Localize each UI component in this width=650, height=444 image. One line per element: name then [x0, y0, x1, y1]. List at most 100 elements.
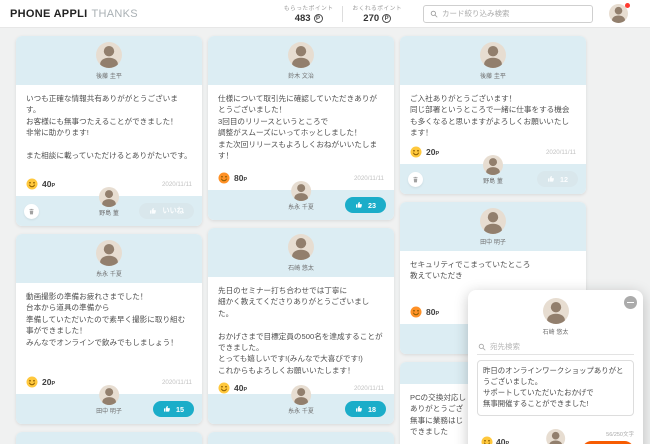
- user-menu-button[interactable]: [609, 3, 630, 23]
- card-sender-section: 鈴木 文治: [208, 36, 394, 85]
- emoji-smile-icon: [410, 146, 422, 158]
- card-board: 後藤 圭平 いつも正確な情報共有ありががとうございます。 お客様にも無事つたえる…: [0, 28, 650, 444]
- receiver-name: 野島 菫: [99, 211, 119, 217]
- card-date: 2020/11/11: [161, 378, 192, 386]
- thanks-card[interactable]: 糸永 千夏 動画撮影の準備お疲れさまでした！ 台本から道具の準備から 準備してい…: [16, 234, 202, 424]
- thumbs-up-icon: [547, 175, 555, 183]
- point-suffix: P: [51, 381, 56, 387]
- card-message: 先日のセミナー打ち合わせでは丁寧に 細かく教えてくださりありがとうございました。…: [218, 286, 383, 375]
- emoji-smile-icon: [481, 436, 493, 444]
- card-receiver-section: 糸永 千夏 23: [208, 181, 394, 220]
- like-label: いいね: [162, 206, 184, 215]
- points-givable-label: おくれるポイント: [352, 6, 402, 12]
- message-textarea[interactable]: 昨日のオンラインワークショップありがとうございました。 サポートしていただいたお…: [477, 360, 634, 416]
- minimize-icon[interactable]: [624, 296, 637, 309]
- sender-avatar: [288, 234, 314, 260]
- points-value: 40P: [234, 383, 247, 393]
- points-received: もらったポイント 483 P: [275, 3, 343, 24]
- card-message: 動画撮影の準備お疲れさまでした！ 台本から道具の準備から 準備していただいたので…: [26, 292, 186, 347]
- receiver-name: 糸永 千夏: [288, 409, 314, 415]
- card-body: ご入社ありがとうございます！ 同じ部署というところで一緒に仕事をする機会も多くな…: [400, 85, 586, 164]
- like-button[interactable]: いいね: [139, 203, 194, 219]
- points-value: 20P: [426, 147, 439, 157]
- emoji-love-icon: [218, 172, 230, 184]
- emoji-smile-icon: [218, 382, 230, 394]
- recipient-name: 石崎 悠太: [542, 330, 569, 336]
- card-search-box[interactable]: [423, 4, 593, 23]
- trash-icon: [28, 208, 35, 215]
- thanks-card[interactable]: 石崎 悠太 先日のセミナー打ち合わせでは丁寧に 細かく教えてくださりありがとうご…: [208, 228, 394, 424]
- receiver: 野島 菫: [99, 187, 119, 217]
- receiver-avatar: [98, 385, 119, 405]
- card-column-1: 後藤 圭平 いつも正確な情報共有ありががとうございます。 お客様にも無事つたえる…: [16, 36, 202, 444]
- receiver: 野島 菫: [483, 155, 503, 185]
- card-body: 仕様について取引先に確認していただきありがとうございました！ 3回目のリリースと…: [208, 85, 394, 190]
- recipient-search-input[interactable]: [490, 342, 633, 351]
- like-button[interactable]: 18: [345, 401, 386, 417]
- emoji-smile-icon: [26, 178, 38, 190]
- receiver-name: 田中 明子: [96, 409, 122, 415]
- point-suffix: P: [243, 387, 248, 394]
- card-sender-section: 石崎 悠太: [208, 228, 394, 277]
- like-count: 15: [176, 404, 184, 414]
- sender-name: 鈴木 文治: [288, 74, 314, 80]
- card-receiver-section: 糸永 千夏 18: [208, 385, 394, 424]
- card-receiver-section: 野島 菫 12: [400, 155, 586, 194]
- thanks-card[interactable]: 後藤 圭平 いつも正確な情報共有ありががとうございます。 お客様にも無事つたえる…: [16, 36, 202, 226]
- points-value: 40P: [42, 179, 55, 189]
- receiver-avatar: [290, 385, 311, 405]
- card-sender-section: 後藤 圭平: [400, 36, 586, 85]
- thumbs-up-icon: [355, 201, 363, 209]
- char-counter: 56/250文字: [606, 432, 634, 438]
- card-body: 動画撮影の準備お疲れさまでした！ 台本から道具の準備から 準備していただいたので…: [16, 283, 202, 394]
- card-message: いつも正確な情報共有ありががとうございます。 お客様にも無事つたえることができま…: [26, 94, 192, 161]
- points-givable: おくれるポイント 270 P: [343, 3, 411, 24]
- card-sender-section: [16, 432, 202, 444]
- thumbs-up-icon: [355, 405, 363, 413]
- recipient-search-box[interactable]: [477, 338, 634, 355]
- search-icon: [430, 10, 438, 18]
- like-button[interactable]: 12: [537, 171, 578, 187]
- like-count: 23: [368, 200, 376, 210]
- card-sender-section: 後藤 圭平: [16, 36, 202, 85]
- card-column-2: 鈴木 文治 仕様について取引先に確認していただきありがとうございました！ 3回目…: [208, 36, 394, 444]
- sender-name: 石崎 悠太: [288, 266, 314, 272]
- app-logo: PHONE APPLI THANKS: [10, 8, 138, 20]
- thanks-card-partial[interactable]: [16, 432, 202, 444]
- app-header: PHONE APPLI THANKS もらったポイント 483 P おくれるポイ…: [0, 0, 650, 28]
- point-icon: P: [382, 14, 392, 23]
- thanks-card[interactable]: 後藤 圭平 ご入社ありがとうございます！ 同じ部署というところで一緒に仕事をする…: [400, 36, 586, 194]
- like-button[interactable]: 15: [153, 401, 194, 417]
- logo-primary: PHONE APPLI: [10, 7, 88, 20]
- like-button[interactable]: 23: [345, 197, 386, 213]
- sender-avatar: [545, 429, 565, 444]
- card-message: セキュリティでこまっていたところ 教えていただき: [410, 260, 531, 281]
- thanks-card-partial[interactable]: [208, 432, 394, 444]
- card-date: 2020/11/11: [353, 174, 384, 182]
- thanks-card[interactable]: 鈴木 文治 仕様について取引先に確認していただきありがとうございました！ 3回目…: [208, 36, 394, 220]
- thumbs-up-icon: [163, 405, 171, 413]
- logo-secondary: THANKS: [91, 7, 138, 20]
- card-sender-section: [208, 432, 394, 444]
- point-suffix: P: [51, 183, 56, 189]
- composer-send-area: 56/250文字 おくる: [581, 430, 634, 444]
- card-receiver-section: 田中 明子 15: [16, 385, 202, 424]
- sender-name: 糸永 千夏: [96, 272, 122, 278]
- thumbs-up-icon: [149, 207, 157, 215]
- receiver: 糸永 千夏: [288, 385, 314, 415]
- delete-button[interactable]: [24, 203, 39, 219]
- points-selector[interactable]: 40P 270P: [477, 436, 513, 444]
- card-search-input[interactable]: [442, 9, 586, 18]
- card-receiver-section: 野島 菫 いいね: [16, 187, 202, 226]
- sender-name: 後藤 圭平: [480, 74, 506, 80]
- card-body: 先日のセミナー打ち合わせでは丁寧に 細かく教えてくださりありがとうございました。…: [208, 277, 394, 394]
- delete-button[interactable]: [408, 171, 423, 187]
- card-message: 仕様について取引先に確認していただきありがとうございました！ 3回目のリリースと…: [218, 94, 378, 161]
- search-icon: [478, 343, 486, 351]
- composer-recipient: 石崎 悠太: [477, 298, 634, 336]
- points-value: 40P: [496, 437, 509, 444]
- points-givable-value: 270 P: [352, 13, 402, 24]
- card-composer-panel: 石崎 悠太 昨日のオンラインワークショップありがとうございました。 サポートして…: [468, 290, 643, 444]
- card-body: いつも正確な情報共有ありががとうございます。 お客様にも無事つたえることができま…: [16, 85, 202, 196]
- receiver-name: 糸永 千夏: [288, 205, 314, 211]
